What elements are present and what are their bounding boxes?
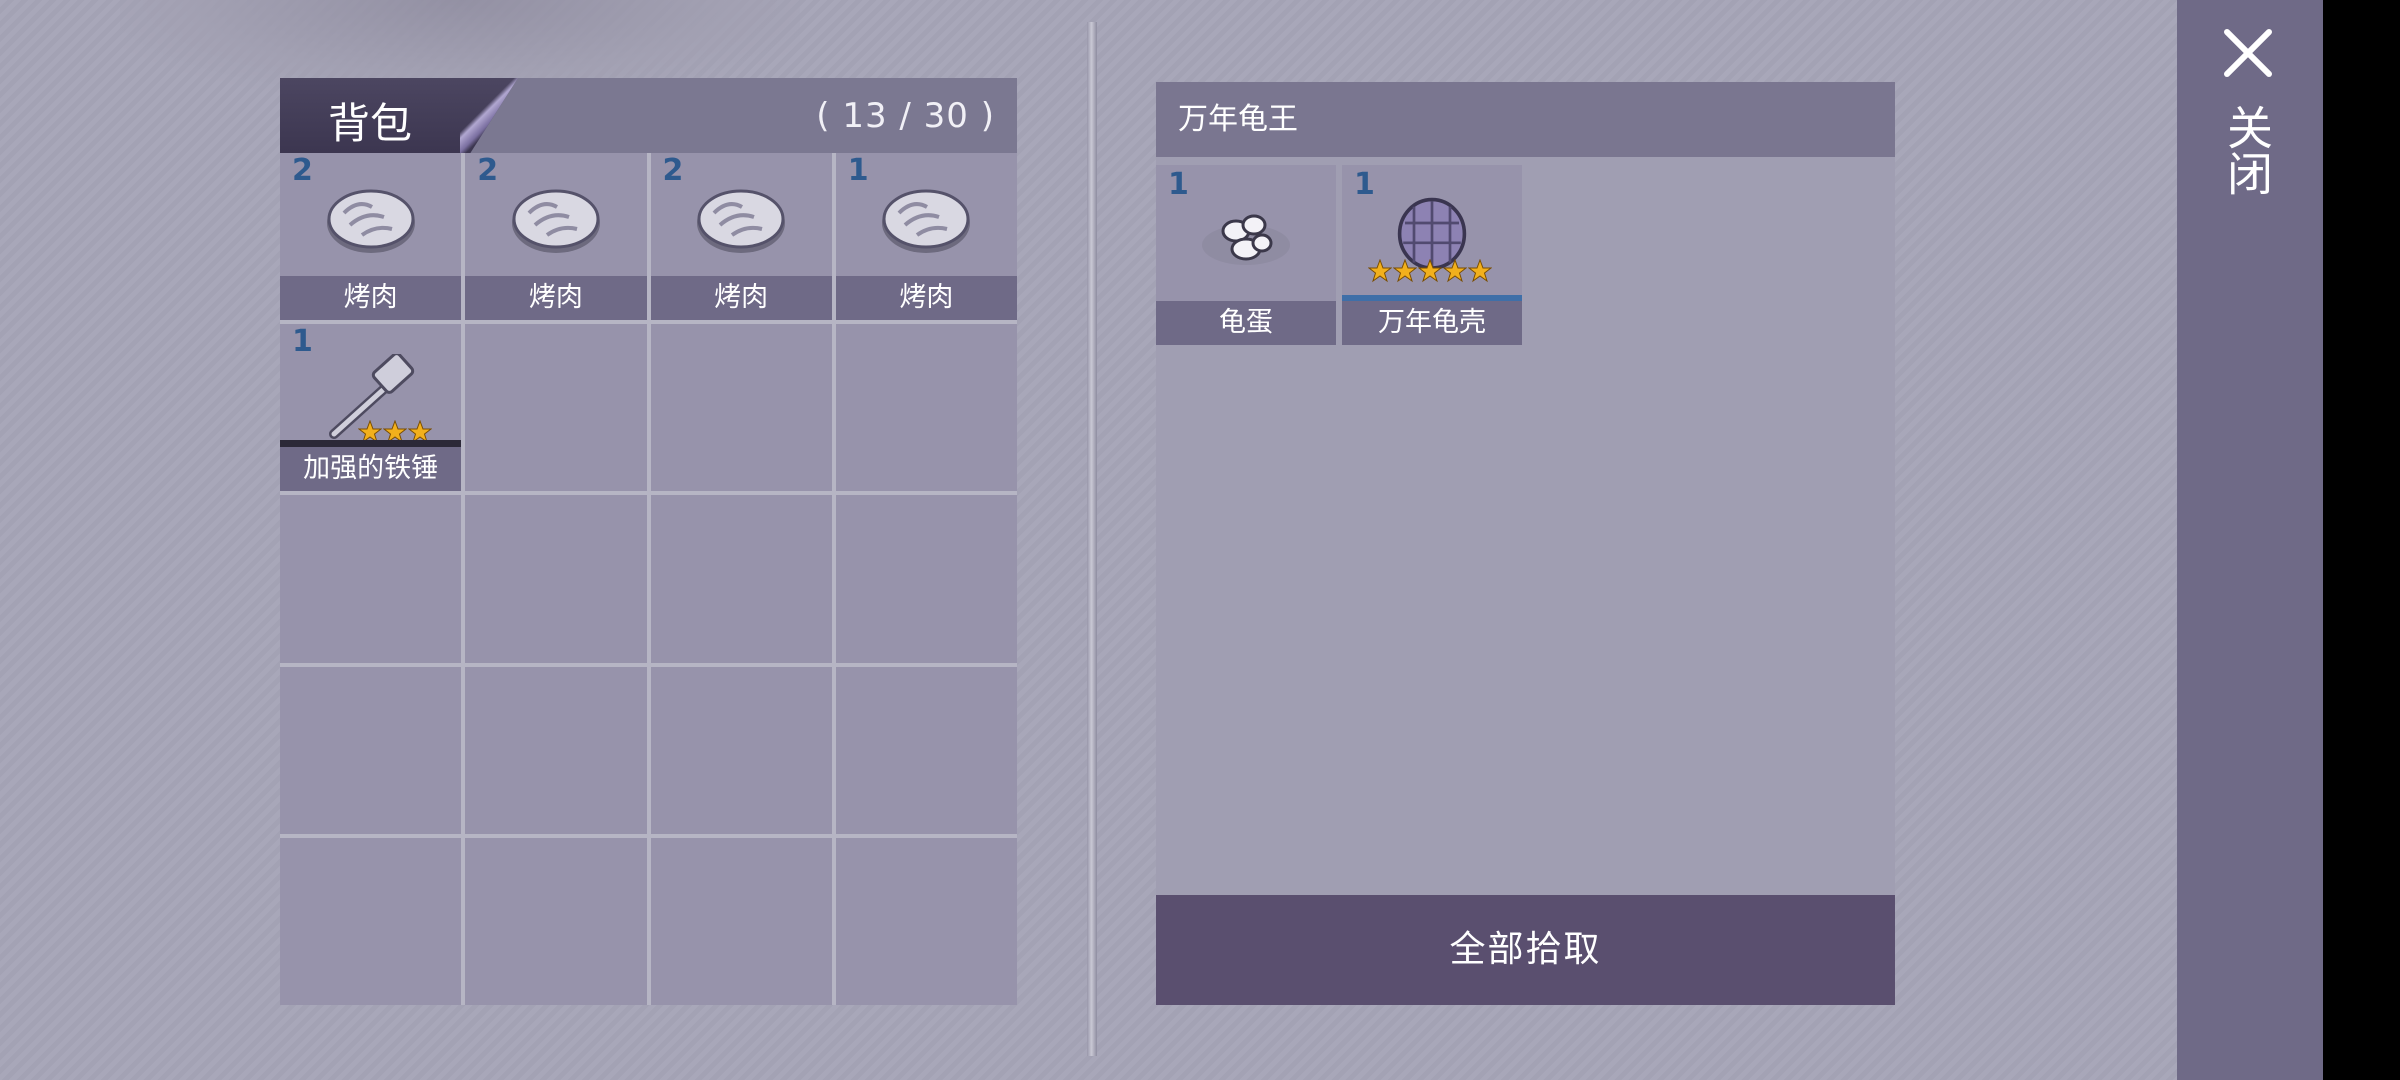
roast-meat-icon — [326, 189, 415, 253]
backpack-title: 背包 — [328, 99, 413, 148]
backpack-slot[interactable]: 1 加强的铁锤 — [280, 324, 462, 492]
empty-slot[interactable] — [280, 837, 462, 1005]
loot-slot[interactable]: 1 万年龟壳 — [1342, 165, 1522, 345]
empty-slot[interactable] — [835, 495, 1017, 663]
item-quantity: 2 — [662, 153, 684, 188]
backpack-title-tab: 背包 — [280, 78, 518, 153]
empty-slot[interactable] — [280, 495, 462, 663]
roast-meat-icon — [511, 189, 600, 253]
star-icon — [1393, 259, 1417, 283]
screen-edge — [2323, 0, 2400, 1080]
empty-slot[interactable] — [650, 495, 832, 663]
item-quantity: 2 — [292, 153, 313, 188]
item-name: 加强的铁锤 — [280, 447, 462, 492]
item-quantity: 1 — [292, 324, 313, 360]
backpack-slot[interactable]: 2 烤肉 — [650, 153, 832, 321]
item-name: 万年龟壳 — [1342, 301, 1522, 345]
item-name: 烤肉 — [465, 276, 647, 321]
close-sidebar[interactable]: 关闭 — [2177, 0, 2323, 1080]
empty-slot[interactable] — [465, 495, 647, 663]
star-icon — [1443, 259, 1467, 283]
roast-meat-icon — [882, 189, 971, 253]
empty-slot[interactable] — [835, 324, 1017, 492]
empty-slot[interactable] — [650, 324, 832, 492]
rarity-line — [280, 440, 462, 448]
empty-slot[interactable] — [835, 666, 1017, 834]
star-icon — [1368, 259, 1392, 283]
item-name: 龟蛋 — [1156, 301, 1336, 345]
star-icon — [1468, 259, 1492, 283]
item-name: 烤肉 — [650, 276, 832, 321]
roast-meat-icon — [697, 189, 786, 253]
empty-slot[interactable] — [465, 324, 647, 492]
item-name: 烤肉 — [280, 276, 462, 321]
backpack-slot[interactable]: 1 烤肉 — [835, 153, 1017, 321]
backpack-header: 背包 ( 13 / 30 ) — [280, 78, 1017, 153]
loot-area: 1 龟蛋 1 万年龟壳 — [1156, 157, 1895, 897]
close-label[interactable]: 关闭 — [2220, 104, 2274, 196]
close-icon[interactable] — [2221, 26, 2275, 80]
item-quantity: 2 — [477, 153, 499, 188]
loot-slot[interactable]: 1 龟蛋 — [1156, 165, 1336, 345]
empty-slot[interactable] — [465, 666, 647, 834]
item-quantity: 1 — [847, 153, 869, 188]
item-quantity: 1 — [1354, 167, 1375, 202]
empty-slot[interactable] — [835, 837, 1017, 1005]
panel-divider — [1087, 22, 1097, 1056]
loot-source-title: 万年龟王 — [1156, 82, 1895, 157]
empty-slot[interactable] — [465, 837, 647, 1005]
empty-slot[interactable] — [650, 837, 832, 1005]
empty-slot[interactable] — [650, 666, 832, 834]
star-icon — [1418, 259, 1442, 283]
empty-slot[interactable] — [280, 666, 462, 834]
item-name: 烤肉 — [835, 276, 1017, 321]
turtle-egg-icon — [1202, 214, 1290, 265]
backpack-slot[interactable]: 2 烤肉 — [280, 153, 462, 321]
backpack-grid: 2 烤肉 2 烤肉 2 烤肉 1 烤肉 1 加强的铁锤 — [280, 153, 1017, 1005]
rarity-stars — [1368, 259, 1492, 283]
backpack-capacity: ( 13 / 30 ) — [816, 96, 995, 136]
pickup-all-button[interactable]: 全部拾取 — [1156, 895, 1895, 1005]
backpack-slot[interactable]: 2 烤肉 — [465, 153, 647, 321]
